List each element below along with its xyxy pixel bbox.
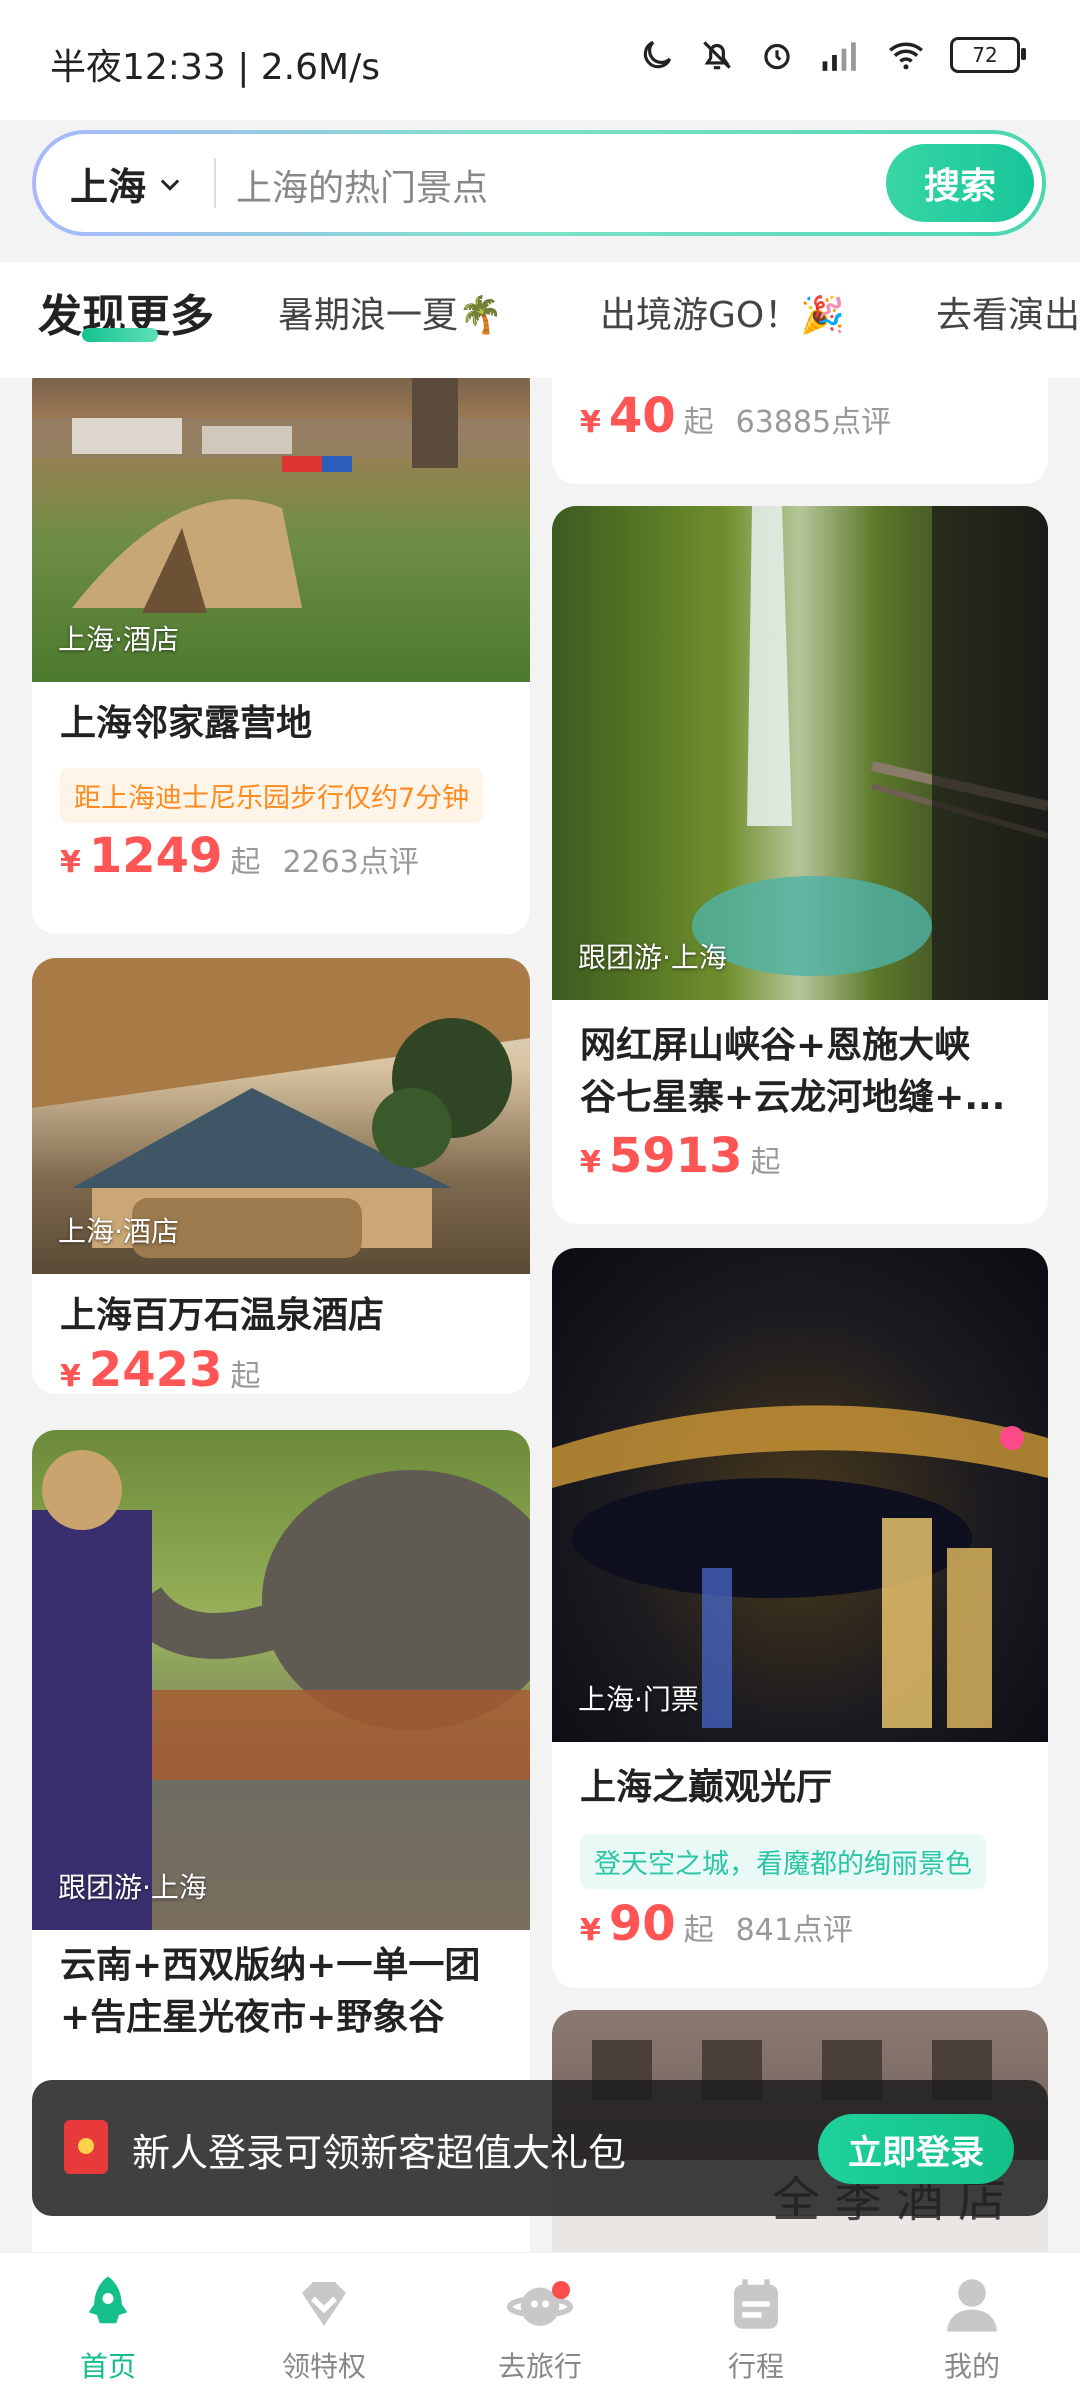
bottom-navigation: 首页 领特权 去旅行 行程 我的 xyxy=(0,2252,1080,2401)
card-partial-top[interactable]: ¥ 40 起 63885点评 xyxy=(552,378,1048,484)
search-inner: 上海 上海的热门景点 搜索 xyxy=(36,134,1042,232)
user-icon xyxy=(947,2279,997,2332)
review-count: 63885点评 xyxy=(735,405,892,440)
status-icons: 72 xyxy=(638,36,1026,74)
card-title: 网红屏山峡谷+恩施大峡 谷七星寨+云龙河地缝+... xyxy=(580,1020,1005,1124)
battery-level: 72 xyxy=(972,43,998,67)
price: 5913 xyxy=(608,1128,743,1184)
card-title-line2: +告庄星光夜市+野象谷 xyxy=(60,1997,445,2038)
card-image: 上海·门票 xyxy=(552,1248,1048,1742)
waterfall-illustration xyxy=(692,506,1048,1000)
price-suffix: 起 xyxy=(683,405,714,440)
price-suffix: 起 xyxy=(230,845,261,880)
card-image: 跟团游·上海 xyxy=(552,506,1048,1000)
card-tag: 上海·门票 xyxy=(578,1683,699,1716)
price-row: ¥ 90 起 841点评 xyxy=(580,1896,853,1952)
nav-label: 首页 xyxy=(79,2350,136,2383)
rocket-icon xyxy=(88,2276,128,2324)
card-tag: 跟团游·上海 xyxy=(58,1871,207,1904)
city-selector[interactable]: 上海 xyxy=(70,156,184,211)
card-image: 上海·酒店 xyxy=(32,958,530,1274)
currency-symbol: ¥ xyxy=(580,405,601,440)
red-envelope-icon xyxy=(64,2120,108,2174)
price-row: ¥ 40 起 63885点评 xyxy=(580,388,891,444)
currency-symbol: ¥ xyxy=(580,1913,601,1948)
login-promo-text: 新人登录可领新客超值大礼包 xyxy=(132,2131,627,2175)
card-title-line1: 云南+西双版纳+一单一团 xyxy=(60,1945,481,1986)
status-bar: 半夜12:33 | 2.6M/s 72 xyxy=(0,0,1080,120)
price-row: ¥ 2423 起 xyxy=(60,1342,260,1394)
city-night-illustration xyxy=(552,1405,1048,1728)
price-suffix: 起 xyxy=(230,1359,261,1394)
review-count: 2263点评 xyxy=(282,845,419,880)
card-title-line1: 网红屏山峡谷+恩施大峡 xyxy=(580,1025,971,1066)
notification-dot xyxy=(552,2281,570,2299)
nav-itinerary[interactable]: 行程 xyxy=(648,2271,864,2385)
currency-symbol: ¥ xyxy=(60,845,81,880)
battery-icon: 72 xyxy=(950,37,1026,73)
card-highlight: 距上海迪士尼乐园步行仅约7分钟 xyxy=(60,768,484,823)
diamond-icon xyxy=(302,2282,346,2326)
nav-label: 我的 xyxy=(943,2350,1000,2383)
search-divider xyxy=(214,158,216,208)
active-tab-indicator xyxy=(82,328,158,342)
currency-symbol: ¥ xyxy=(580,1145,601,1180)
card-title: 上海百万石温泉酒店 xyxy=(60,1295,385,1336)
nav-travel[interactable]: 去旅行 xyxy=(432,2271,648,2385)
search-bar: 上海 上海的热门景点 搜索 xyxy=(32,130,1046,236)
status-time: 半夜12:33 | 2.6M/s xyxy=(50,47,380,88)
price-row: ¥ 5913 起 xyxy=(580,1128,780,1184)
nav-profile[interactable]: 我的 xyxy=(864,2271,1080,2385)
card-tag: 跟团游·上海 xyxy=(578,941,727,974)
search-button[interactable]: 搜索 xyxy=(886,144,1034,222)
nav-label: 去旅行 xyxy=(497,2350,582,2383)
card-title: 上海邻家露营地 xyxy=(60,703,313,744)
nav-privileges[interactable]: 领特权 xyxy=(216,2271,432,2385)
tab-summer[interactable]: 暑期浪一夏🌴 xyxy=(278,286,503,338)
alarm-icon xyxy=(764,43,790,70)
calendar-icon xyxy=(734,2279,778,2329)
price-suffix: 起 xyxy=(683,1913,714,1948)
card-title-line2: 谷七星寨+云龙河地缝+... xyxy=(580,1077,1006,1118)
recommendation-feed[interactable]: 上海·酒店 上海邻家露营地 距上海迪士尼乐园步行仅约7分钟 ¥ 1249 起 2… xyxy=(0,378,1080,2252)
card-shanghai-tower[interactable]: 上海·门票 上海之巅观光厅 登天空之城，看魔都的绚丽景色 ¥ 90 起 841点… xyxy=(552,1248,1048,1988)
price-suffix: 起 xyxy=(750,1145,781,1180)
nav-label: 领特权 xyxy=(281,2350,366,2383)
tab-outbound[interactable]: 出境游GO！🎉 xyxy=(600,286,845,338)
tab-shows[interactable]: 去看演出 xyxy=(936,286,1080,338)
elephant-illustration xyxy=(32,1450,530,1930)
card-enshi-tour[interactable]: 跟团游·上海 网红屏山峡谷+恩施大峡 谷七星寨+云龙河地缝+... ¥ 5913… xyxy=(552,506,1048,1224)
card-highlight: 登天空之城，看魔都的绚丽景色 xyxy=(580,1834,986,1889)
login-button[interactable]: 立即登录 xyxy=(818,2114,1014,2184)
card-title: 上海之巅观光厅 xyxy=(580,1767,833,1808)
signal-icon xyxy=(822,42,856,71)
wifi-icon xyxy=(889,42,923,70)
card-tag: 上海·酒店 xyxy=(58,623,179,656)
card-image: 跟团游·上海 xyxy=(32,1430,530,1930)
price-row: ¥ 1249 起 2263点评 xyxy=(60,828,419,884)
bell-off-icon xyxy=(703,41,731,70)
price: 90 xyxy=(608,1896,676,1952)
currency-symbol: ¥ xyxy=(60,1359,81,1394)
city-label: 上海 xyxy=(70,165,147,209)
nav-label: 行程 xyxy=(727,2350,784,2383)
card-tag: 上海·酒店 xyxy=(58,1215,179,1248)
moon-icon xyxy=(643,40,672,69)
card-camping[interactable]: 上海·酒店 上海邻家露营地 距上海迪士尼乐园步行仅约7分钟 ¥ 1249 起 2… xyxy=(32,378,530,934)
category-tabs: 发现更多 暑期浪一夏🌴 出境游GO！🎉 去看演出 xyxy=(0,262,1080,378)
login-promo-banner: 新人登录可领新客超值大礼包 立即登录 xyxy=(32,2080,1048,2216)
card-title: 云南+西双版纳+一单一团 +告庄星光夜市+野象谷 xyxy=(60,1940,480,2044)
price: 2423 xyxy=(88,1342,223,1394)
chevron-down-icon xyxy=(160,178,180,191)
review-count: 841点评 xyxy=(735,1913,853,1948)
price: 40 xyxy=(608,388,676,444)
price: 1249 xyxy=(88,828,223,884)
search-input[interactable]: 上海的热门景点 xyxy=(236,159,488,211)
card-image: 上海·酒店 xyxy=(32,378,530,682)
card-hot-spring-hotel[interactable]: 上海·酒店 上海百万石温泉酒店 ¥ 2423 起 xyxy=(32,958,530,1394)
nav-home[interactable]: 首页 xyxy=(0,2271,216,2385)
